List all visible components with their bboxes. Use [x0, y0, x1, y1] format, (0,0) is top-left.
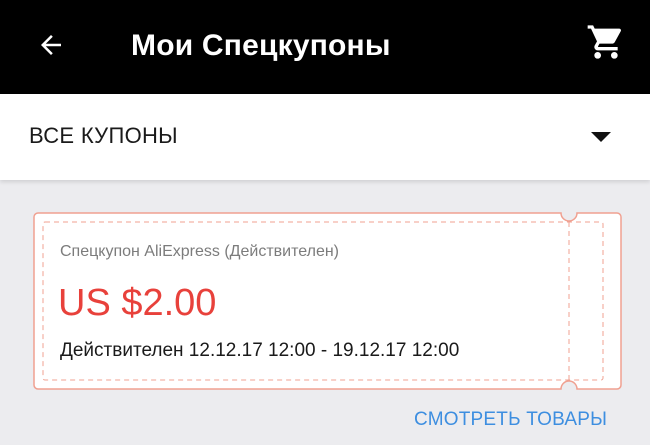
arrow-left-icon — [36, 30, 66, 65]
dropdown-arrow-icon — [591, 132, 611, 142]
coupon-card[interactable]: Спецкупон AliExpress (Действителен) US $… — [33, 212, 622, 390]
top-app-bar: Мои Спецкупоны — [0, 0, 650, 94]
page-title: Мои Спецкупоны — [131, 29, 391, 62]
coupon-amount: US $2.00 — [58, 282, 217, 324]
view-products-link[interactable]: СМОТРЕТЬ ТОВАРЫ — [414, 407, 607, 433]
back-button[interactable] — [26, 22, 76, 72]
shopping-cart-icon — [586, 22, 626, 67]
coupon-title: Спецкупон AliExpress (Действителен) — [60, 243, 340, 260]
filter-selected-value: ВСЕ КУПОНЫ — [29, 123, 178, 148]
coupon-validity-period: Действителен 12.12.17 12:00 - 19.12.17 1… — [60, 340, 460, 361]
cart-button[interactable] — [580, 20, 632, 68]
coupon-filter-dropdown[interactable]: ВСЕ КУПОНЫ — [0, 94, 650, 180]
